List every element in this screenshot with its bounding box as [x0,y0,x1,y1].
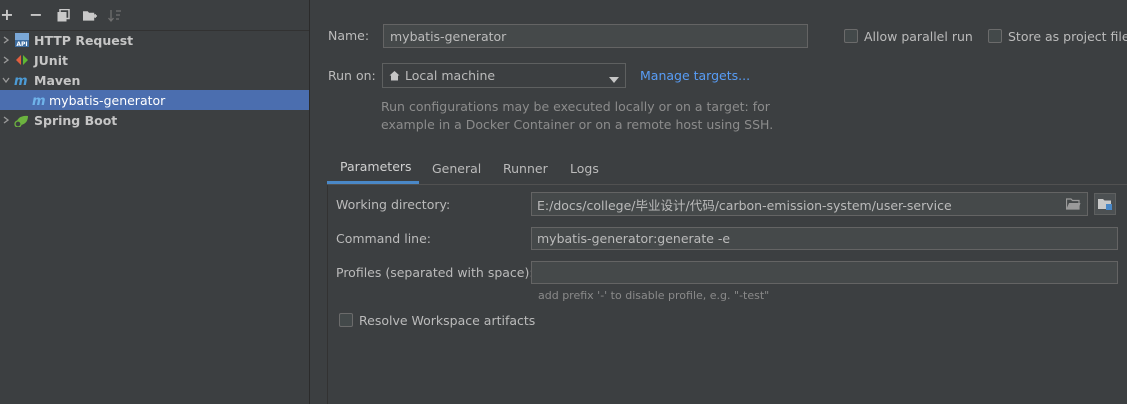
run-config-tree-panel: + − API HTTP Request JUnit m Maven m myb… [0,0,309,404]
profiles-label: Profiles (separated with space): [336,265,534,280]
tab-label: Runner [503,160,548,176]
folder-module-icon [1098,198,1112,210]
chevron-right-icon[interactable] [0,34,12,46]
chevron-down-icon[interactable] [0,74,12,86]
config-tabs: Parameters General Runner Logs [327,152,1127,185]
tab-runner[interactable]: Runner [503,152,548,184]
svg-text:m: m [14,74,28,86]
tree-item-mybatis-generator[interactable]: m mybatis-generator [0,90,309,110]
maven-icon: m [32,93,48,107]
panel-splitter[interactable] [309,0,310,404]
command-line-field[interactable]: mybatis-generator:generate -e [531,227,1118,250]
tree-item-label: mybatis-generator [49,92,166,108]
run-on-hint-line-2: example in a Docker Container or on a re… [381,117,774,132]
tab-parameters[interactable]: Parameters [327,152,419,184]
working-directory-field[interactable]: E:/docs/college/毕业设计/代码/carbon-emission-… [531,192,1088,216]
profiles-hint: add prefix '-' to disable profile, e.g. … [538,289,770,302]
tree-item-label: JUnit [34,52,68,68]
svg-text:API: API [16,41,27,47]
tab-label: Logs [570,160,599,176]
http-request-icon: API [14,33,30,47]
chevron-right-icon[interactable] [0,54,12,66]
copy-icon[interactable] [56,8,70,22]
tree-item-label: Spring Boot [34,112,118,128]
add-icon[interactable]: + [0,7,14,23]
working-directory-value: E:/docs/college/毕业设计/代码/carbon-emission-… [537,197,952,213]
tree-item-maven[interactable]: m Maven [0,70,309,90]
name-field[interactable]: mybatis-generator [383,24,808,48]
chevron-right-icon[interactable] [0,114,12,126]
junit-icon [14,53,30,67]
run-on-hint-line-1: Run configurations may be executed local… [381,99,770,114]
profiles-field[interactable] [531,261,1118,284]
command-line-label: Command line: [336,231,431,246]
tab-logs[interactable]: Logs [570,152,599,184]
tree-item-label: Maven [34,72,81,88]
allow-parallel-checkbox[interactable] [844,29,858,43]
store-project-label[interactable]: Store as project file [1008,29,1127,44]
tab-label: General [432,160,482,176]
maven-icon: m [14,73,30,87]
run-on-select[interactable]: Local machine [382,63,626,88]
allow-parallel-label[interactable]: Allow parallel run [864,29,973,44]
tab-general[interactable]: General [432,152,481,184]
browse-module-button[interactable] [1094,193,1116,215]
home-icon [389,70,400,81]
svg-text:m: m [32,94,46,106]
store-project-checkbox[interactable] [988,29,1002,43]
run-on-label: Run on: [328,68,376,83]
new-folder-icon[interactable] [83,8,97,22]
remove-icon[interactable]: − [29,7,43,23]
tab-label: Parameters [340,159,412,174]
tree-item-http-request[interactable]: API HTTP Request [0,30,309,50]
resolve-workspace-label[interactable]: Resolve Workspace artifacts [359,313,535,328]
working-directory-label: Working directory: [336,197,451,212]
tree-item-spring-boot[interactable]: Spring Boot [0,110,309,130]
chevron-down-icon [609,72,619,87]
tree-item-junit[interactable]: JUnit [0,50,309,70]
tree-toolbar: + − [0,0,309,31]
resolve-workspace-checkbox[interactable] [339,313,353,327]
tree-item-label: HTTP Request [34,32,134,48]
sort-icon[interactable] [108,8,122,22]
spring-boot-icon [14,113,30,127]
manage-targets-link[interactable]: Manage targets... [640,68,750,83]
name-label: Name: [328,28,370,43]
folder-icon[interactable] [1066,198,1081,210]
run-on-value: Local machine [405,68,496,83]
